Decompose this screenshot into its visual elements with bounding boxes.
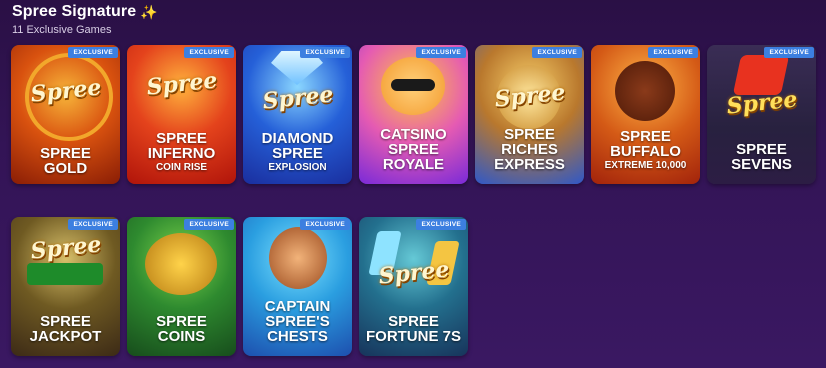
spree-logo: Spree — [260, 81, 335, 115]
spree-logo: Spree — [28, 230, 103, 265]
game-tile-spree-jackpot[interactable]: Spree EXCLUSIVE SPREE JACKPOT — [11, 217, 120, 356]
spree-logo: Spree — [724, 86, 799, 121]
exclusive-badge: EXCLUSIVE — [416, 219, 466, 230]
game-tile-spree-sevens[interactable]: Spree EXCLUSIVE SPREE SEVENS — [707, 45, 816, 184]
game-title: SPREE FORTUNE 7S — [365, 313, 461, 345]
exclusive-badge: EXCLUSIVE — [648, 47, 698, 58]
game-title: SPREE GOLD — [40, 145, 91, 177]
pirate-art — [269, 227, 327, 289]
game-tile-diamond-spree[interactable]: Spree EXCLUSIVE DIAMOND SPREE EXPLOSION — [243, 45, 352, 184]
game-tile-spree-gold[interactable]: Spree EXCLUSIVE SPREE GOLD — [11, 45, 120, 184]
section-title-row: Spree Signature ✨ — [12, 3, 158, 21]
coins-pot-art — [145, 233, 217, 295]
exclusive-badge: EXCLUSIVE — [300, 47, 350, 58]
game-title: SPREE INFERNO COIN RISE — [147, 130, 216, 173]
exclusive-badge: EXCLUSIVE — [764, 47, 814, 58]
sunglasses-art — [391, 79, 435, 91]
sparkles-icon: ✨ — [140, 4, 158, 20]
game-tile-spree-riches-express[interactable]: Spree EXCLUSIVE SPREE RICHES EXPRESS — [475, 45, 584, 184]
exclusive-badge: EXCLUSIVE — [184, 47, 234, 58]
game-title: CAPTAIN SPREE'S CHESTS — [264, 298, 331, 345]
game-title: SPREE SEVENS — [731, 141, 792, 173]
spree-logo: Spree — [144, 67, 219, 101]
buffalo-art — [615, 61, 675, 121]
exclusive-badge: EXCLUSIVE — [416, 47, 466, 58]
game-title: SPREE COINS — [156, 313, 207, 345]
game-title: SPREE JACKPOT — [29, 313, 102, 345]
exclusive-badge: EXCLUSIVE — [68, 47, 118, 58]
game-tile-catsino-spree-royale[interactable]: EXCLUSIVE CATSINO SPREE ROYALE — [359, 45, 468, 184]
section-title: Spree Signature — [12, 3, 137, 20]
exclusive-badge: EXCLUSIVE — [184, 219, 234, 230]
exclusive-badge: EXCLUSIVE — [68, 219, 118, 230]
game-tile-spree-fortune-7s[interactable]: Spree EXCLUSIVE SPREE FORTUNE 7S — [359, 217, 468, 356]
game-tile-spree-buffalo[interactable]: EXCLUSIVE SPREE BUFFALO EXTREME 10,000 — [591, 45, 700, 184]
jackpot-banner-art — [27, 263, 103, 285]
game-title: SPREE BUFFALO EXTREME 10,000 — [604, 128, 687, 171]
game-title: CATSINO SPREE ROYALE — [380, 126, 447, 173]
game-tile-captain-sprees-chests[interactable]: EXCLUSIVE CAPTAIN SPREE'S CHESTS — [243, 217, 352, 356]
game-tile-spree-inferno[interactable]: Spree EXCLUSIVE SPREE INFERNO COIN RISE — [127, 45, 236, 184]
game-tile-spree-coins[interactable]: EXCLUSIVE SPREE COINS — [127, 217, 236, 356]
game-title: SPREE RICHES EXPRESS — [494, 126, 565, 173]
section-subtitle: 11 Exclusive Games — [12, 24, 112, 36]
game-title: DIAMOND SPREE EXPLOSION — [261, 130, 334, 173]
exclusive-badge: EXCLUSIVE — [532, 47, 582, 58]
exclusive-badge: EXCLUSIVE — [300, 219, 350, 230]
section-header: Spree Signature ✨ 11 Exclusive Games — [12, 3, 158, 36]
